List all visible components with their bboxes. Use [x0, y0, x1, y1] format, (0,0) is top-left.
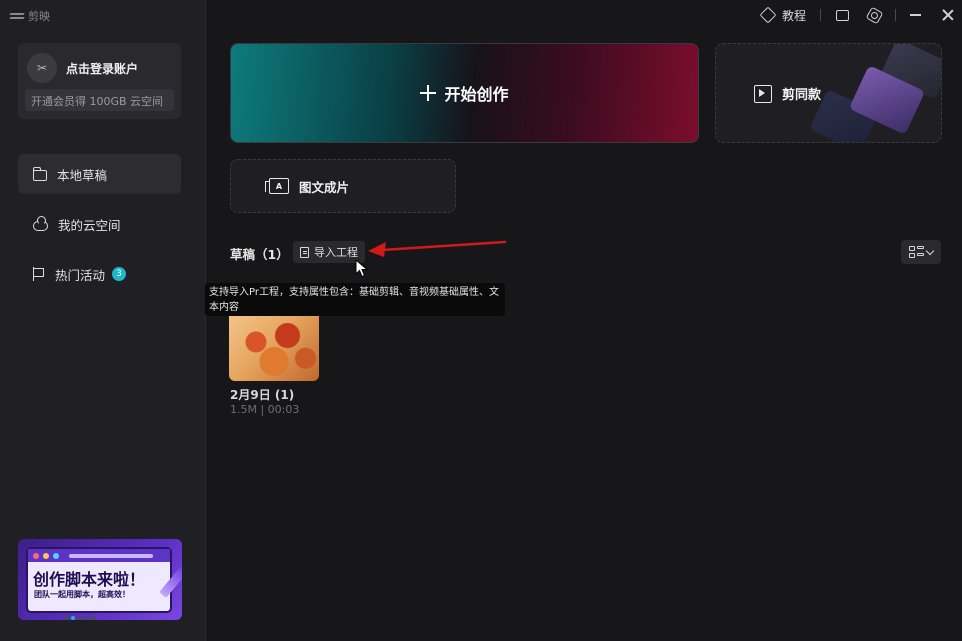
template-icon	[754, 84, 772, 103]
plus-icon	[420, 85, 437, 101]
sidebar-item-label: 我的云空间	[58, 217, 121, 233]
sidebar: 剪映 ✂ 点击登录账户 开通会员得 100GB 云空间 本地草稿 我的云空间 热…	[0, 0, 206, 641]
minimize-icon[interactable]	[910, 14, 921, 16]
promo-title: 创作脚本来啦！	[33, 570, 146, 589]
promo-banner[interactable]: 创作脚本来啦！ 团队一起用脚本，超高效！	[18, 539, 182, 620]
flag-icon	[33, 267, 45, 281]
start-creating-button[interactable]: 开始创作	[230, 43, 699, 143]
tutorial-icon	[759, 6, 777, 24]
template-button[interactable]: 剪同款	[715, 43, 942, 143]
app-logo: 剪映	[10, 8, 50, 24]
capcut-logo-icon	[10, 11, 24, 21]
draft-name[interactable]: 2月9日 (1)	[230, 386, 294, 403]
import-tooltip: 支持导入Pr工程，支持属性包含：基础剪辑、音视频基础属性、文本内容	[205, 283, 505, 316]
sidebar-item-label: 本地草稿	[57, 167, 108, 183]
avatar[interactable]: ✂	[27, 53, 57, 83]
draft-meta: 1.5M | 00:03	[230, 403, 300, 416]
draft-thumbnail[interactable]	[229, 316, 319, 381]
image-text-to-video-button[interactable]: A 图文成片	[230, 159, 456, 213]
cloud-icon	[33, 215, 48, 231]
sidebar-item-label: 热门活动	[55, 267, 106, 283]
document-icon	[300, 246, 309, 258]
close-icon[interactable]	[942, 9, 954, 21]
feedback-icon[interactable]	[836, 9, 849, 21]
tutorial-button[interactable]: 教程	[759, 6, 806, 24]
image-text-label: 图文成片	[299, 179, 350, 195]
vip-promo-button[interactable]: 开通会员得 100GB 云空间	[25, 89, 174, 111]
settings-icon[interactable]	[865, 6, 884, 24]
account-card[interactable]: ✂ 点击登录账户 开通会员得 100GB 云空间	[18, 43, 181, 119]
window-titlebar: 教程	[759, 0, 962, 30]
app-name: 剪映	[28, 10, 50, 23]
start-creating-label: 开始创作	[444, 85, 509, 104]
drafts-title: 草稿（1）	[230, 247, 289, 262]
grid-view-icon	[909, 246, 924, 258]
carousel-dots[interactable]	[64, 616, 96, 620]
image-text-icon: A	[265, 178, 289, 194]
sidebar-item-local-drafts[interactable]: 本地草稿	[18, 154, 181, 194]
login-link[interactable]: 点击登录账户	[66, 60, 138, 77]
tutorial-label: 教程	[781, 8, 806, 23]
chevron-down-icon	[925, 246, 935, 255]
promo-subtitle: 团队一起用脚本，超高效！	[34, 590, 130, 599]
view-toggle-button[interactable]	[901, 240, 941, 264]
notification-badge: 3	[112, 267, 127, 281]
mouse-cursor-icon	[355, 259, 369, 278]
template-label: 剪同款	[782, 88, 822, 103]
folder-icon	[32, 166, 47, 181]
sidebar-item-cloud-space[interactable]: 我的云空间	[18, 204, 181, 244]
annotation-arrow	[368, 240, 507, 257]
import-project-label: 导入工程	[314, 246, 358, 259]
sidebar-item-hot-events[interactable]: 热门活动 3	[18, 254, 181, 294]
promo-window-graphic: 创作脚本来啦！ 团队一起用脚本，超高效！	[26, 547, 172, 613]
